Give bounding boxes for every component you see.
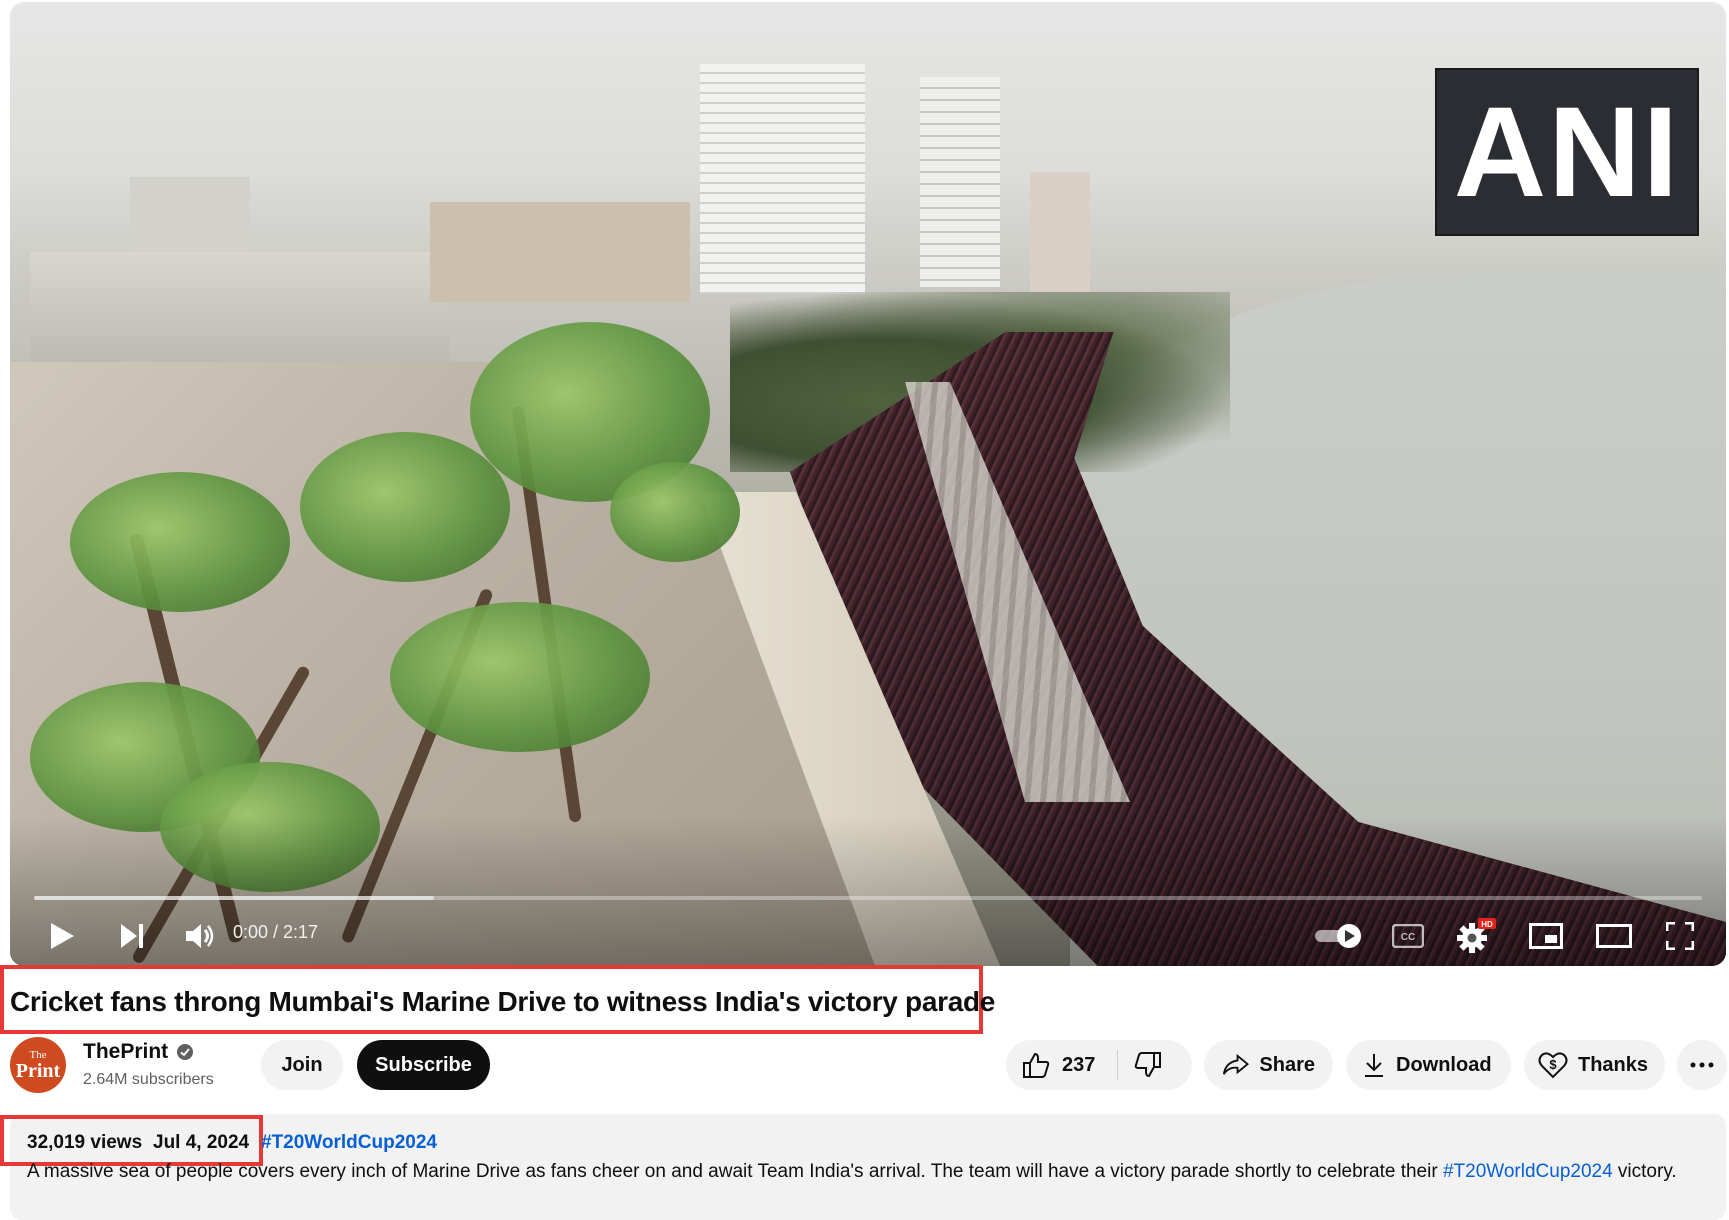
autoplay-toggle[interactable] [1310,912,1366,960]
volume-icon [186,924,214,948]
share-label: Share [1259,1053,1315,1076]
scene-leaves [300,432,510,582]
play-icon [51,923,74,949]
channel-avatar[interactable]: The Print [10,1037,66,1093]
autoplay-toggle-icon [1315,924,1361,948]
play-button[interactable] [40,912,84,960]
like-divider [1117,1050,1119,1080]
fullscreen-button[interactable] [1652,912,1708,960]
download-icon [1365,1054,1383,1077]
settings-badge: HD [1481,920,1493,929]
scene-building [1030,172,1090,292]
like-count: 237 [1062,1053,1096,1076]
view-count: 32,019 views [27,1132,143,1153]
share-icon [1222,1053,1250,1075]
download-button[interactable]: Download [1346,1040,1511,1090]
thumbs-down-icon [1135,1052,1162,1078]
scene-leaves [70,472,290,612]
share-button[interactable]: Share [1204,1040,1333,1090]
next-icon [121,924,143,948]
svg-text:CC: CC [1401,932,1415,943]
scene-building [700,64,865,294]
captions-icon: CC [1392,924,1424,948]
scene-building [920,77,1000,287]
verified-badge-icon [177,1044,193,1060]
progress-buffered [34,896,435,900]
subscribe-button[interactable]: Subscribe [357,1040,490,1090]
thanks-button[interactable]: $ Thanks [1524,1040,1665,1090]
description-text: A massive sea of people covers every inc… [27,1158,1707,1186]
description-hashtag-link[interactable]: #T20WorldCup2024 [1443,1161,1613,1182]
download-label: Download [1396,1053,1492,1076]
scene-leaves [610,462,740,562]
avatar-text-bottom: Print [15,1059,61,1082]
svg-text:$: $ [1549,1057,1557,1072]
description-body: A massive sea of people covers every inc… [27,1161,1443,1182]
like-button[interactable]: 237 [1022,1052,1095,1078]
theater-icon [1596,924,1632,948]
watermark-logo: ANI [1435,68,1699,236]
subscriber-count: 2.64M subscribers [83,1071,214,1088]
fullscreen-icon [1666,922,1694,950]
avatar-text-top: The [29,1048,47,1061]
miniplayer-button[interactable] [1518,912,1574,960]
settings-button[interactable]: HD [1448,912,1504,960]
thanks-heart-dollar-icon: $ [1538,1052,1568,1079]
scene-leaves [390,602,650,752]
miniplayer-icon [1529,923,1563,949]
more-horizontal-icon [1690,1062,1714,1068]
time-display: 0:00 / 2:17 [233,922,319,942]
captions-button[interactable]: CC [1380,912,1436,960]
join-button[interactable]: Join [261,1040,343,1090]
upload-date: Jul 4, 2024 [153,1132,250,1153]
description-body-end: victory. [1612,1161,1677,1182]
scene-building [30,252,450,362]
next-button[interactable] [110,912,154,960]
progress-bar[interactable] [34,896,1702,900]
scene-building [130,177,250,257]
volume-button[interactable] [176,912,224,960]
more-actions-button[interactable] [1677,1040,1727,1090]
video-title: Cricket fans throng Mumbai's Marine Driv… [10,986,996,1017]
thumbs-up-icon [1023,1052,1050,1078]
thanks-label: Thanks [1578,1053,1649,1076]
like-dislike-bar: 237 [1006,1040,1192,1090]
dislike-button[interactable] [1134,1052,1162,1078]
settings-icon: HD [1457,918,1496,953]
video-player[interactable]: ANI 0:00 / 2:17 CC HD [10,2,1726,966]
scene-building [430,202,690,302]
theater-mode-button[interactable] [1586,912,1642,960]
hashtag-link[interactable]: #T20WorldCup2024 [261,1132,437,1154]
channel-name[interactable]: ThePrint [83,1040,168,1064]
